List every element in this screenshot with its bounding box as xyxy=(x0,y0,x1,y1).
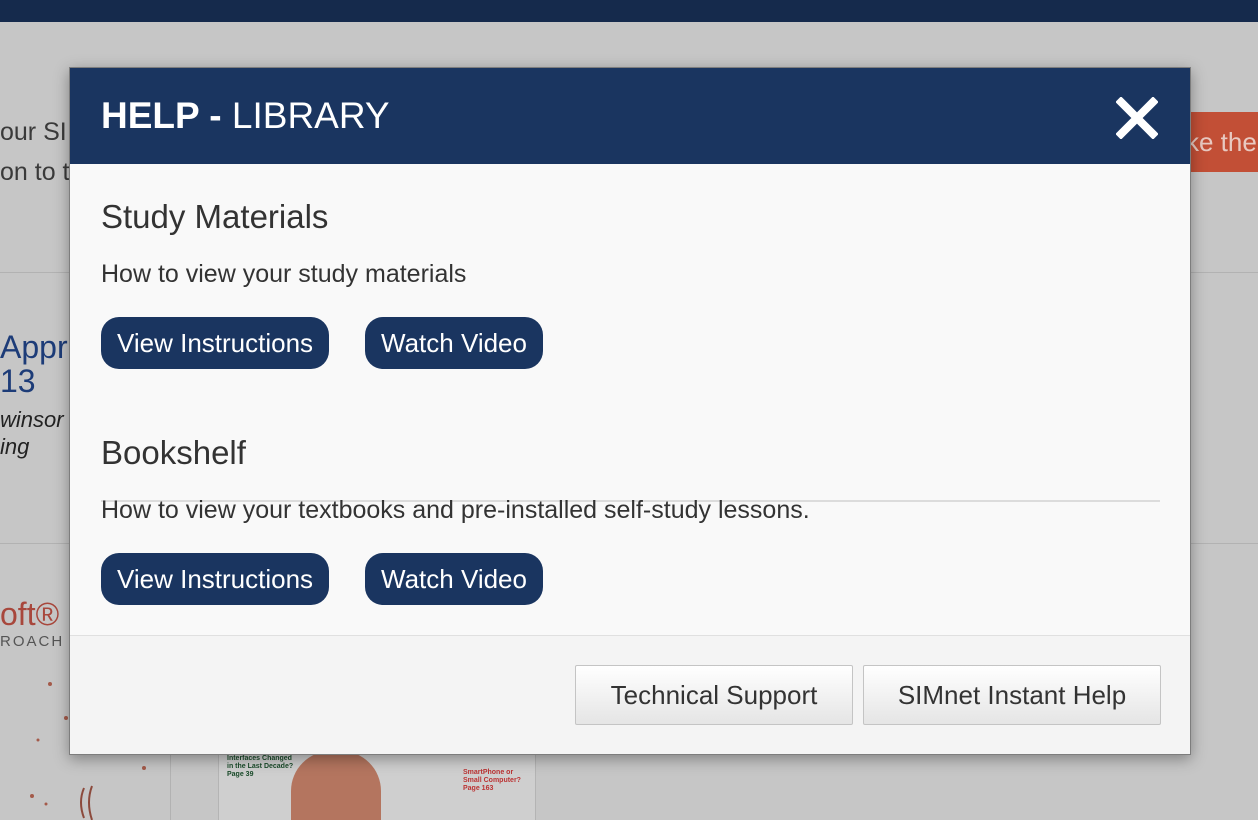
thumbnail-caption-text: SmartPhone or Small Computer? xyxy=(463,769,521,784)
thumbnail-caption: SmartPhone or Small Computer? Page 163 xyxy=(463,769,523,793)
book-author-line: winsor xyxy=(0,407,64,432)
close-x-icon xyxy=(1116,97,1158,139)
section-description: How to view your study materials xyxy=(101,260,467,288)
top-navigation-bar xyxy=(0,0,1258,22)
simnet-instant-help-button[interactable]: SIMnet Instant Help xyxy=(863,665,1161,725)
book-cover-subtitle: ROACH xyxy=(0,633,65,650)
modal-title: HELP - LIBRARY xyxy=(101,95,390,137)
thumbnail-caption-page: Page 163 xyxy=(463,785,494,792)
view-instructions-button[interactable]: View Instructions xyxy=(101,553,330,605)
section-description: How to view your textbooks and pre-insta… xyxy=(101,496,810,524)
thumbnail-caption-page: Page 39 xyxy=(227,771,254,778)
watch-video-button[interactable]: Watch Video xyxy=(365,553,543,605)
view-instructions-button[interactable]: View Instructions xyxy=(101,317,330,369)
modal-title-prefix: HELP - xyxy=(101,95,222,136)
close-button[interactable] xyxy=(1113,94,1161,142)
thumbnail-caption: Interfaces Changed in the Last Decade? P… xyxy=(227,755,297,779)
technical-support-button[interactable]: Technical Support xyxy=(575,665,853,725)
modal-body: Study Materials How to view your study m… xyxy=(70,164,1190,635)
modal-header: HELP - LIBRARY xyxy=(70,68,1190,164)
background-divider xyxy=(170,745,171,820)
background-text-line: our SI xyxy=(0,118,67,146)
thumbnail-hand-image xyxy=(291,751,381,820)
background-text-line: on to t xyxy=(0,158,70,186)
book-author: winsor ing xyxy=(0,406,64,460)
thumbnail-caption-text: Interfaces Changed in the Last Decade? xyxy=(227,755,294,770)
watch-video-button[interactable]: Watch Video xyxy=(365,317,543,369)
modal-footer: Technical Support SIMnet Instant Help xyxy=(70,635,1190,754)
section-heading-study-materials: Study Materials xyxy=(101,198,329,235)
section-heading-bookshelf: Bookshelf xyxy=(101,434,246,471)
help-library-modal: HELP - LIBRARY Study Materials How to vi… xyxy=(69,67,1191,755)
book-author-line: ing xyxy=(0,434,30,459)
modal-title-text: LIBRARY xyxy=(221,95,390,136)
background-action-button: ke the xyxy=(1180,112,1258,172)
